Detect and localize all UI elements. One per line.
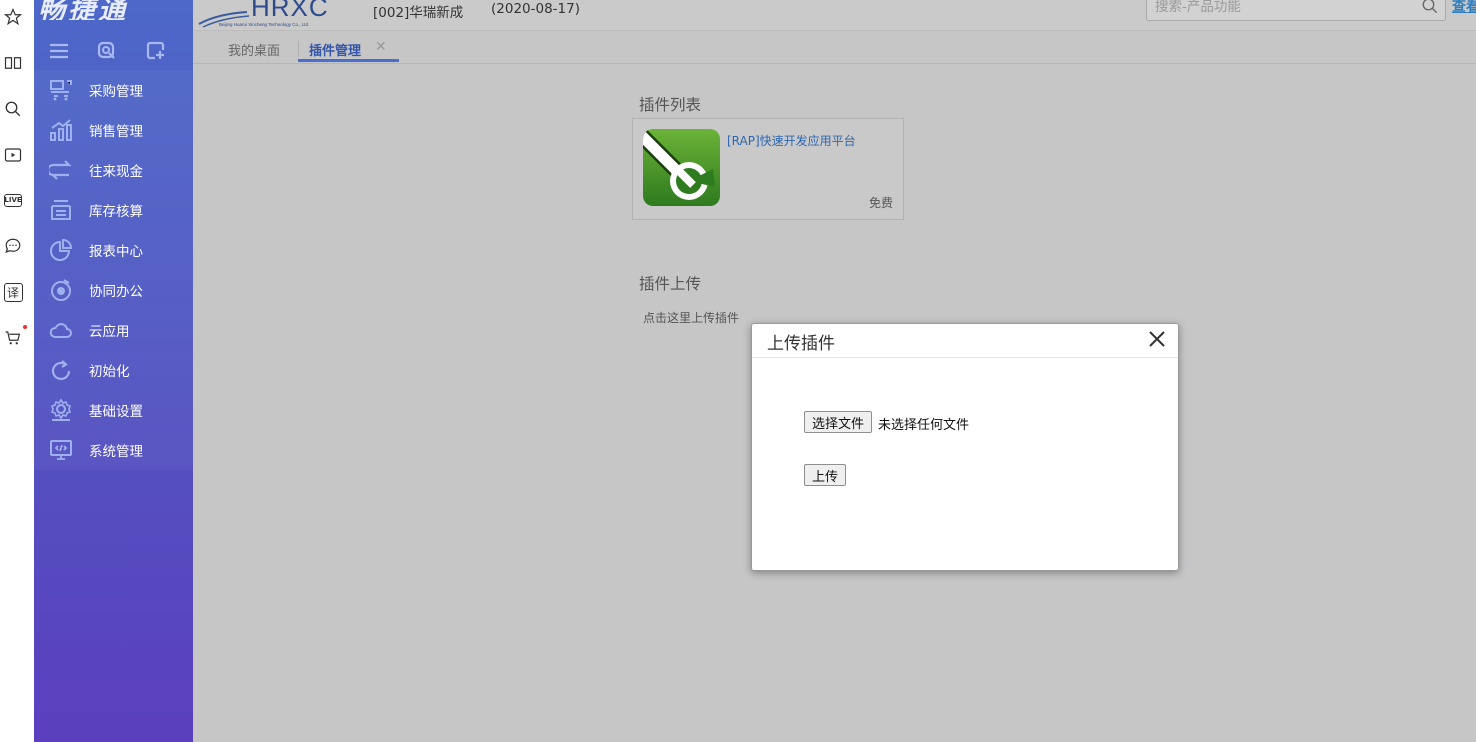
cloud-icon	[49, 318, 73, 342]
sidebar-item-label: 初始化	[89, 364, 130, 380]
sidebar-item-inventory[interactable]: 库存核算	[34, 190, 193, 230]
sidebar-item-cloud[interactable]: 云应用	[34, 310, 193, 350]
brand-text: 畅捷通	[38, 0, 128, 20]
sidebar-item-label: 销售管理	[89, 124, 143, 140]
cart-icon[interactable]	[3, 327, 23, 349]
view-link[interactable]: 查看	[1452, 0, 1476, 16]
tab-bar: 我的桌面 插件管理 ✕	[193, 31, 1476, 64]
sidebar-item-collaboration[interactable]: 协同办公	[34, 270, 193, 310]
main-area: HRXC Beijing Huarui Xincheng Technology …	[193, 0, 1476, 742]
sidebar-item-system[interactable]: 系统管理	[34, 430, 193, 470]
file-status-text: 未选择任何文件	[878, 418, 970, 433]
sidebar-item-label: 云应用	[89, 324, 130, 340]
search-icon[interactable]	[3, 98, 23, 120]
purchase-icon	[49, 78, 73, 102]
logo-wordmark: HRXC	[251, 0, 329, 22]
company-logo: HRXC Beijing Huarui Xincheng Technology …	[197, 0, 337, 28]
close-icon[interactable]	[1148, 330, 1166, 348]
business-date: (2020-08-17)	[491, 1, 580, 17]
company-name: [002]华瑞新成	[373, 5, 464, 21]
menu-icon[interactable]	[48, 40, 70, 62]
book-icon[interactable]	[3, 52, 23, 74]
tab-plugin-management[interactable]: 插件管理	[309, 40, 361, 59]
sidebar-item-init[interactable]: 初始化	[34, 350, 193, 390]
choose-file-button[interactable]: 选择文件	[804, 411, 873, 433]
sidebar-item-label: 往来现金	[89, 164, 143, 180]
upload-hint-link[interactable]: 点击这里上传插件	[643, 309, 739, 326]
star-icon[interactable]	[3, 6, 23, 28]
sales-icon	[49, 118, 73, 142]
tab-separator	[298, 41, 299, 57]
refresh-icon	[49, 358, 73, 382]
sidebar-item-sales[interactable]: 销售管理	[34, 110, 193, 150]
sidebar-item-cash[interactable]: 往来现金	[34, 150, 193, 190]
sidebar-item-purchase[interactable]: 采购管理	[34, 70, 193, 110]
translate-icon[interactable]: 译	[3, 281, 23, 303]
video-icon[interactable]	[3, 144, 23, 166]
plugin-name[interactable]: [RAP]快速开发应用平台	[727, 132, 856, 149]
plugin-list-title: 插件列表	[639, 96, 702, 114]
search-icon[interactable]	[96, 40, 118, 62]
close-icon[interactable]: ✕	[375, 39, 387, 55]
plugin-card[interactable]: [RAP]快速开发应用平台 免费	[632, 118, 904, 220]
header-bar: HRXC Beijing Huarui Xincheng Technology …	[193, 0, 1476, 31]
dialog-header: 上传插件	[752, 324, 1178, 358]
sidebar-item-label: 采购管理	[89, 84, 143, 100]
tab-my-desktop[interactable]: 我的桌面	[228, 40, 280, 59]
sidebar-item-label: 报表中心	[89, 244, 143, 260]
system-icon	[49, 438, 73, 462]
browser-side-strip: LIVE 译	[0, 0, 34, 742]
sidebar-toolbar	[34, 34, 193, 70]
search-icon[interactable]	[1421, 0, 1439, 15]
exchange-icon	[49, 158, 73, 182]
brand-logo: 畅捷通	[34, 0, 193, 20]
sidebar-item-label: 系统管理	[89, 444, 143, 460]
live-icon[interactable]: LIVE	[3, 189, 23, 211]
sidebar-item-label: 基础设置	[89, 404, 143, 420]
inventory-icon	[49, 198, 73, 222]
plugin-upload-title: 插件上传	[639, 275, 702, 293]
sidebar-item-settings[interactable]: 基础设置	[34, 390, 193, 430]
settings-icon	[49, 398, 73, 422]
sidebar-item-label: 库存核算	[89, 204, 143, 220]
app-sidebar: 畅捷通 采购管理 销售管理 往来现金 库存核算 报表中心 协同办公 云应用 初始…	[34, 0, 193, 742]
upload-plugin-dialog: 上传插件 选择文件 未选择任何文件 上传	[751, 323, 1179, 571]
plugin-price: 免费	[868, 196, 893, 210]
wrench-icon	[643, 129, 720, 206]
sidebar-item-label: 协同办公	[89, 284, 143, 300]
upload-button[interactable]: 上传	[804, 464, 847, 486]
search-box	[1146, 0, 1446, 21]
search-input[interactable]	[1155, 0, 1405, 15]
collaboration-icon	[49, 278, 73, 302]
add-icon[interactable]	[145, 40, 167, 62]
report-icon	[49, 238, 73, 262]
notification-dot	[23, 325, 27, 329]
sidebar-menu: 采购管理 销售管理 往来现金 库存核算 报表中心 协同办公 云应用 初始化 基础…	[34, 70, 193, 470]
logo-subtext: Beijing Huarui Xincheng Technology Co., …	[219, 22, 309, 27]
dialog-title: 上传插件	[767, 334, 835, 354]
sidebar-item-reports[interactable]: 报表中心	[34, 230, 193, 270]
chat-icon[interactable]	[3, 235, 23, 257]
active-tab-indicator	[298, 59, 399, 62]
